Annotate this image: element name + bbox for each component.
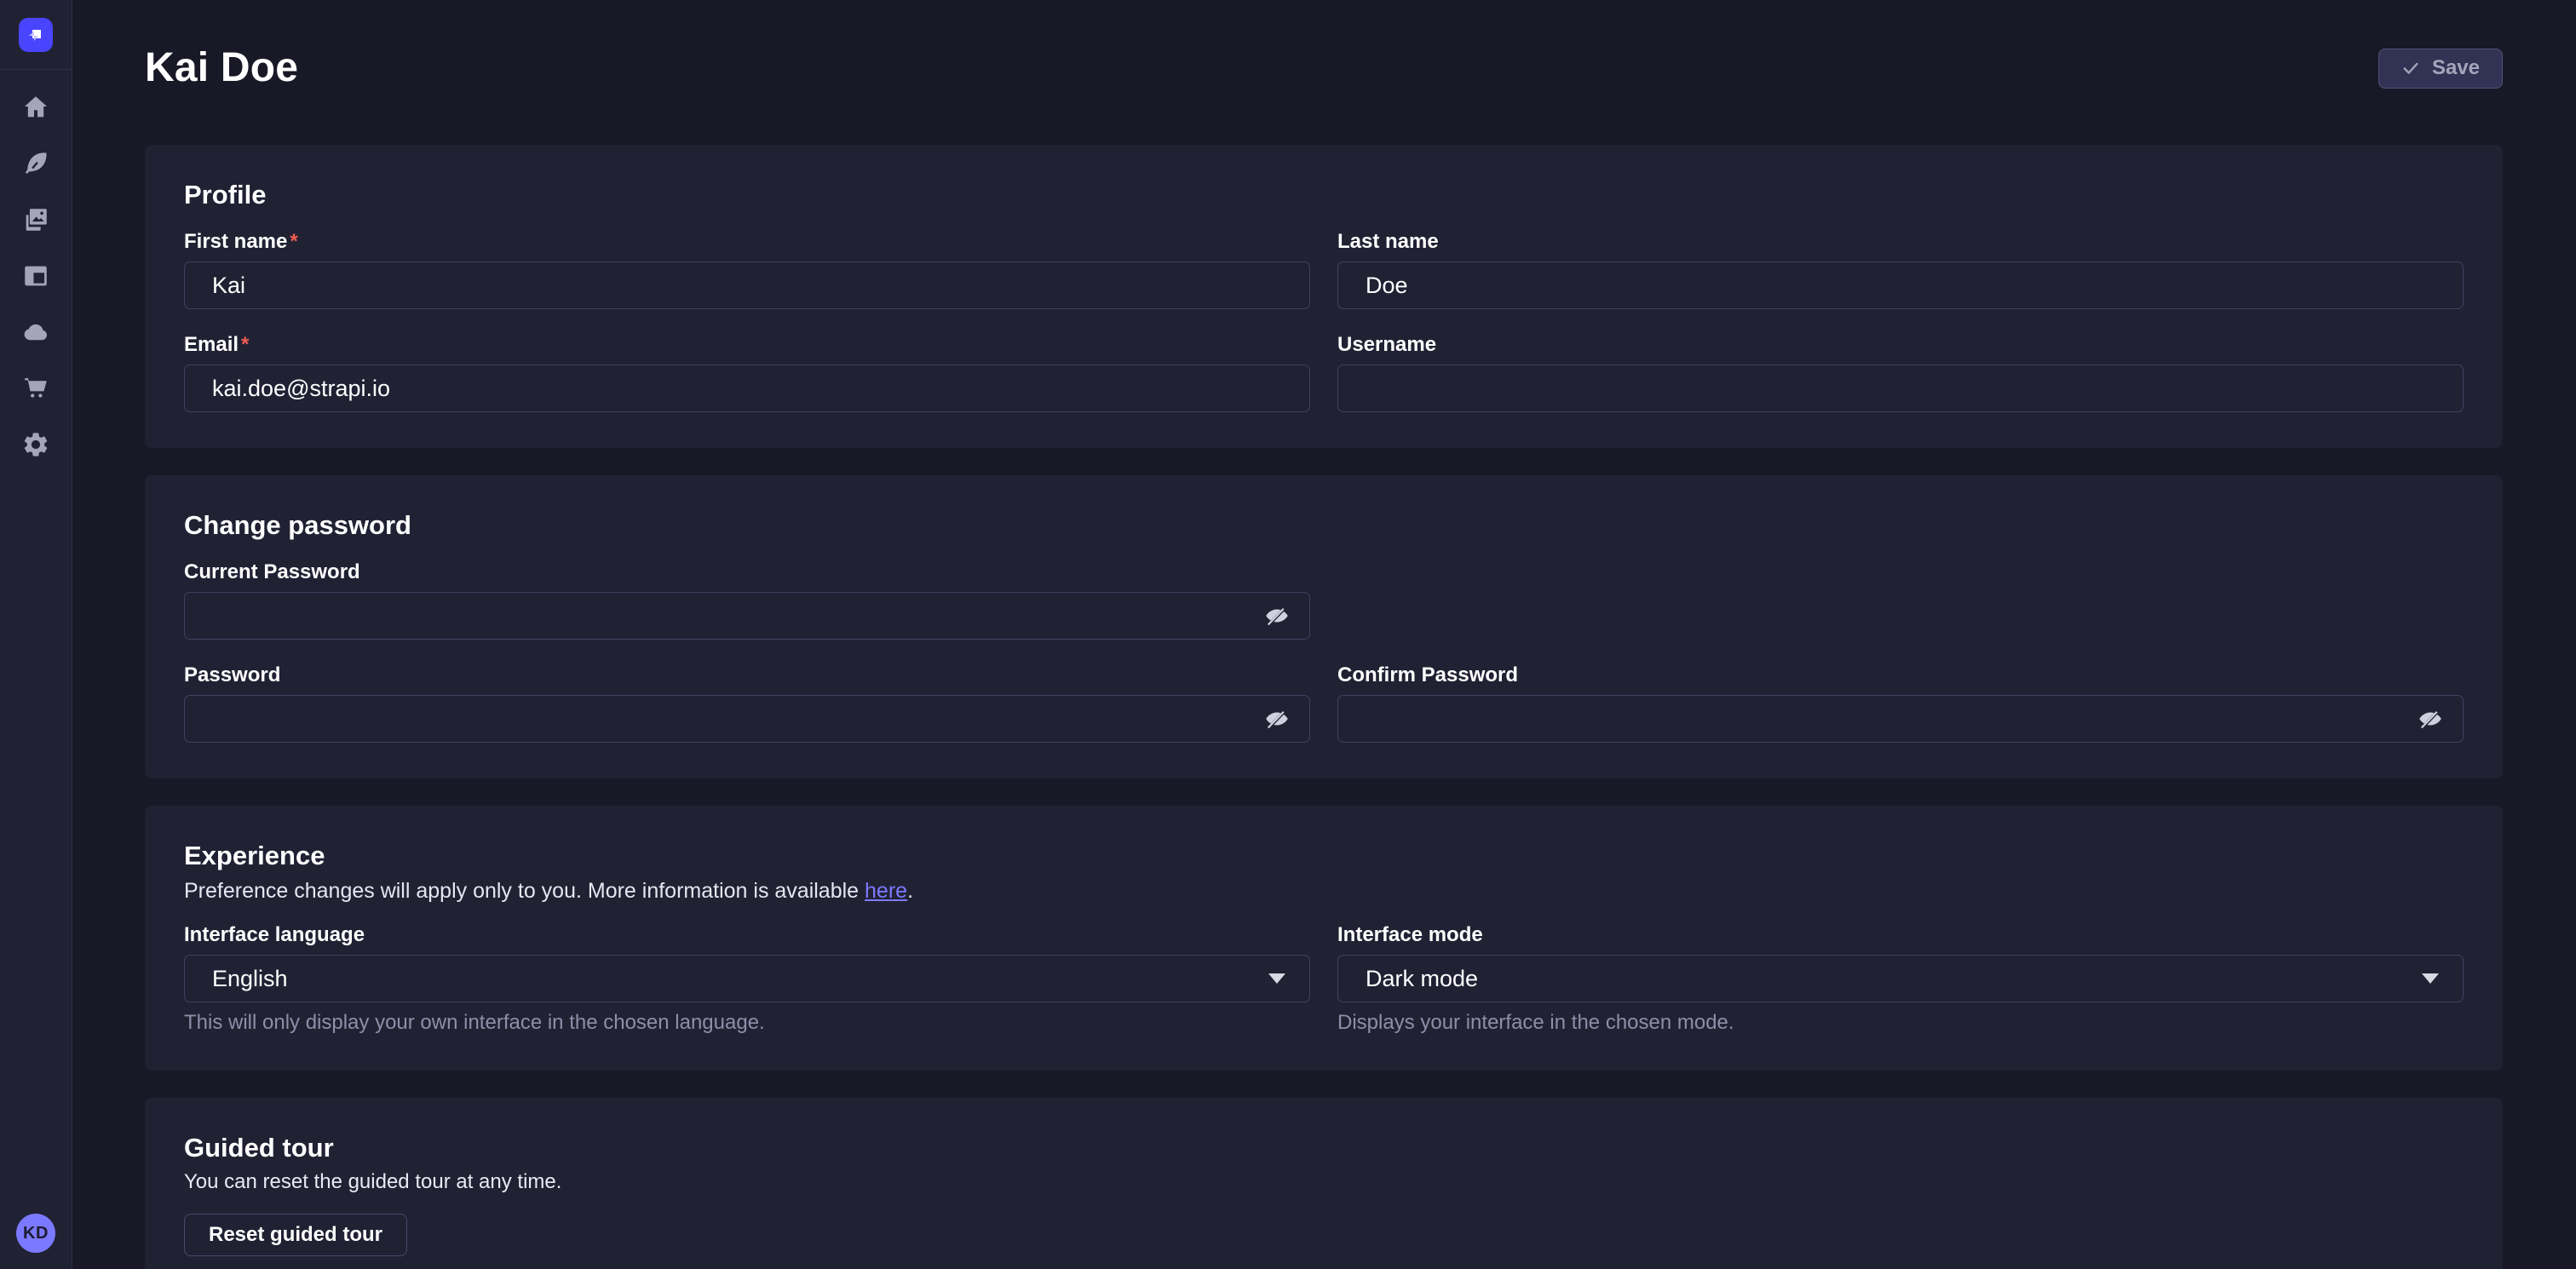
change-password-card: Change password Current Password: [145, 475, 2503, 778]
logo-section: [0, 0, 72, 70]
chevron-down-icon: [1268, 973, 1285, 984]
first-name-label: First name *: [184, 230, 1310, 254]
media-library-images-icon: [21, 205, 50, 234]
strapi-logo-icon[interactable]: [19, 18, 53, 52]
last-name-input[interactable]: [1337, 261, 2464, 309]
sidebar-nav: [20, 91, 52, 461]
check-icon: [2401, 59, 2420, 78]
save-button[interactable]: Save: [2378, 49, 2503, 89]
sidebar-item-home[interactable]: [20, 91, 52, 123]
marketplace-cart-icon: [21, 374, 50, 403]
interface-language-label: Interface language: [184, 923, 1310, 947]
required-asterisk: *: [290, 230, 297, 254]
eye-slash-icon: [2418, 706, 2443, 732]
experience-description: Preference changes will apply only to yo…: [184, 877, 2464, 904]
toggle-new-password-visibility-button[interactable]: [1262, 704, 1291, 733]
confirm-password-label-text: Confirm Password: [1337, 663, 1518, 687]
save-button-label: Save: [2432, 56, 2480, 80]
home-icon: [21, 93, 50, 122]
interface-mode-label: Interface mode: [1337, 923, 2464, 947]
first-name-field-group: First name *: [184, 230, 1310, 309]
last-name-label-text: Last name: [1337, 230, 1439, 254]
experience-card: Experience Preference changes will apply…: [145, 806, 2503, 1071]
first-name-label-text: First name: [184, 230, 287, 254]
new-password-field-group: Password: [184, 663, 1310, 743]
new-password-label: Password: [184, 663, 1310, 687]
guided-tour-card-title: Guided tour: [184, 1132, 2464, 1164]
interface-language-value: English: [212, 966, 288, 992]
interface-language-select[interactable]: English: [184, 955, 1310, 1002]
more-information-link[interactable]: here: [865, 879, 907, 903]
main-sidebar: KD: [0, 0, 72, 1269]
experience-card-title: Experience: [184, 840, 2464, 872]
new-password-label-text: Password: [184, 663, 280, 687]
email-label-text: Email: [184, 333, 239, 357]
page-header: Kai Doe Save: [145, 0, 2503, 90]
reset-guided-tour-button[interactable]: Reset guided tour: [184, 1214, 407, 1256]
toggle-confirm-password-visibility-button[interactable]: [2416, 704, 2445, 733]
sidebar-item-settings[interactable]: [20, 428, 52, 461]
interface-mode-label-text: Interface mode: [1337, 923, 1483, 947]
current-password-input[interactable]: [184, 592, 1310, 640]
user-avatar[interactable]: KD: [16, 1214, 55, 1253]
profile-card-title: Profile: [184, 179, 2464, 211]
eye-slash-icon: [1264, 603, 1290, 629]
experience-description-text: Preference changes will apply only to yo…: [184, 879, 865, 903]
cloud-icon: [21, 318, 50, 347]
chevron-down-icon: [2422, 973, 2439, 984]
sidebar-item-media-library[interactable]: [20, 204, 52, 236]
change-password-card-title: Change password: [184, 509, 2464, 542]
interface-language-label-text: Interface language: [184, 923, 365, 947]
sidebar-item-content-type-builder[interactable]: [20, 260, 52, 292]
interface-language-field-group: Interface language English This will onl…: [184, 923, 1310, 1035]
username-label-text: Username: [1337, 333, 1436, 357]
guided-tour-card: Guided tour You can reset the guided tou…: [145, 1098, 2503, 1269]
username-input[interactable]: [1337, 365, 2464, 412]
eye-slash-icon: [1264, 706, 1290, 732]
sidebar-item-cloud[interactable]: [20, 316, 52, 348]
interface-mode-field-group: Interface mode Dark mode Displays your i…: [1337, 923, 2464, 1035]
confirm-password-input[interactable]: [1337, 695, 2464, 743]
password-grid-spacer: [1337, 560, 2464, 640]
sidebar-item-content-manager[interactable]: [20, 147, 52, 180]
guided-tour-description: You can reset the guided tour at any tim…: [184, 1169, 2464, 1195]
strapi-mark: [26, 25, 46, 45]
last-name-field-group: Last name: [1337, 230, 2464, 309]
last-name-label: Last name: [1337, 230, 2464, 254]
content-manager-feather-icon: [21, 149, 50, 178]
profile-card: Profile First name * Last name: [145, 145, 2503, 448]
username-label: Username: [1337, 333, 2464, 357]
current-password-label-text: Current Password: [184, 560, 360, 584]
interface-mode-select[interactable]: Dark mode: [1337, 955, 2464, 1002]
current-password-label: Current Password: [184, 560, 1310, 584]
first-name-input[interactable]: [184, 261, 1310, 309]
confirm-password-field-group: Confirm Password: [1337, 663, 2464, 743]
new-password-input[interactable]: [184, 695, 1310, 743]
interface-mode-value: Dark mode: [1366, 966, 1478, 992]
confirm-password-label: Confirm Password: [1337, 663, 2464, 687]
sidebar-item-marketplace[interactable]: [20, 372, 52, 405]
content-type-builder-layout-icon: [21, 261, 50, 290]
page-title: Kai Doe: [145, 46, 298, 90]
email-input[interactable]: [184, 365, 1310, 412]
username-field-group: Username: [1337, 333, 2464, 412]
email-field-group: Email *: [184, 333, 1310, 412]
interface-mode-hint: Displays your interface in the chosen mo…: [1337, 1011, 2464, 1035]
toggle-current-password-visibility-button[interactable]: [1262, 601, 1291, 630]
experience-fields: Interface language English This will onl…: [184, 923, 2464, 1035]
email-label: Email *: [184, 333, 1310, 357]
profile-fields: First name * Last name Email *: [184, 230, 2464, 412]
settings-gear-icon: [21, 430, 50, 459]
password-fields: Current Password Password: [184, 560, 2464, 743]
main-content: Kai Doe Save Profile First name *: [72, 0, 2576, 1269]
current-password-field-group: Current Password: [184, 560, 1310, 640]
required-asterisk: *: [241, 333, 249, 357]
interface-language-hint: This will only display your own interfac…: [184, 1011, 1310, 1035]
experience-description-period: .: [907, 879, 913, 903]
